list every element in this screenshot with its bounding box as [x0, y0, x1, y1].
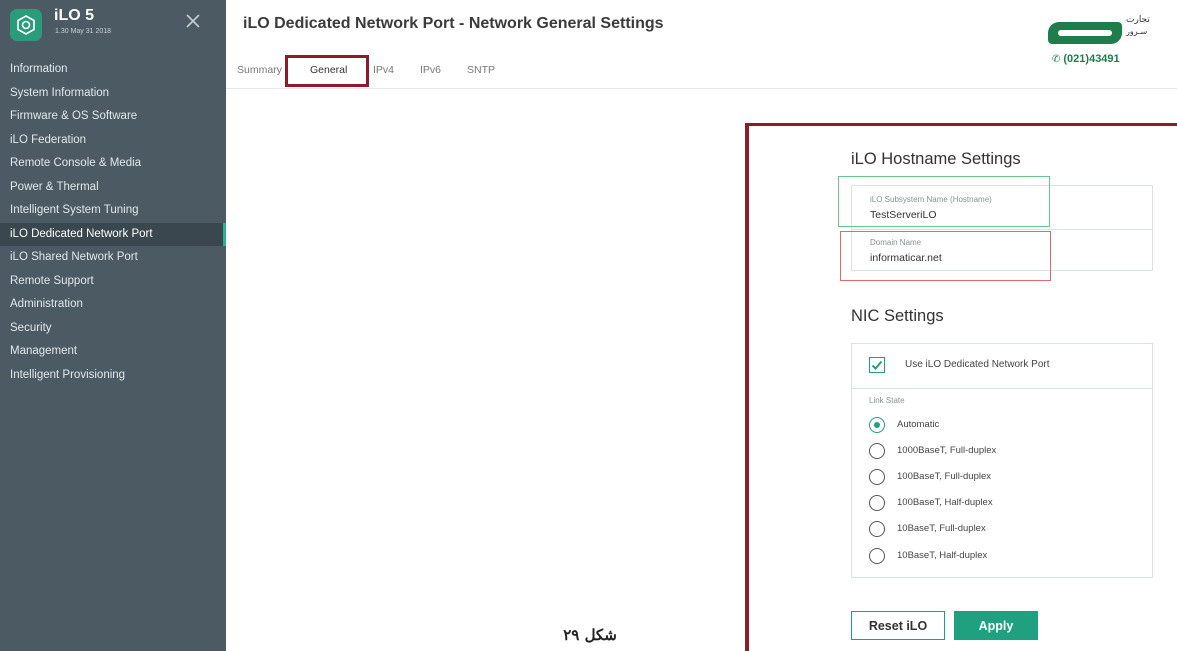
- tab-ipv4[interactable]: IPv4: [373, 64, 394, 76]
- apply-button[interactable]: Apply: [954, 611, 1038, 640]
- sidebar-item-administration[interactable]: Administration: [0, 293, 226, 317]
- radio-label-automatic: Automatic: [897, 419, 940, 430]
- checkmark-icon: [871, 360, 883, 370]
- radio-automatic[interactable]: [869, 417, 885, 433]
- brand-watermark-phone: ✆ (021)43491: [1052, 53, 1120, 65]
- header-divider: [226, 88, 1177, 89]
- brand-watermark-tagline-1: تجارت: [1126, 14, 1150, 24]
- sidebar-item-information[interactable]: Information: [0, 58, 226, 82]
- ilo-logo-icon: [10, 9, 42, 41]
- sidebar-item-system-information[interactable]: System Information: [0, 82, 226, 106]
- radio-1000baset-full[interactable]: [869, 443, 885, 459]
- brand-watermark-phone-number: (021)43491: [1063, 53, 1120, 65]
- radio-100baset-half[interactable]: [869, 495, 885, 511]
- radio-label-10baset-half: 10BaseT, Half-duplex: [897, 550, 988, 561]
- domain-annotation-box: [840, 231, 1051, 281]
- sidebar-item-ilo-federation[interactable]: iLO Federation: [0, 129, 226, 153]
- tab-ipv6[interactable]: IPv6: [420, 64, 441, 76]
- hostname-annotation-box: [838, 176, 1050, 227]
- radio-label-1000baset-full: 1000BaseT, Full-duplex: [897, 445, 997, 456]
- radio-100baset-full[interactable]: [869, 469, 885, 485]
- sidebar-item-remote-console-media[interactable]: Remote Console & Media: [0, 152, 226, 176]
- page-title: iLO Dedicated Network Port - Network Gen…: [243, 15, 664, 32]
- sidebar-item-firmware-os-software[interactable]: Firmware & OS Software: [0, 105, 226, 129]
- radio-label-100baset-half: 100BaseT, Half-duplex: [897, 497, 993, 508]
- sidebar-item-ilo-shared-network-port[interactable]: iLO Shared Network Port: [0, 246, 226, 270]
- sidebar-nav: Information System Information Firmware …: [0, 58, 226, 387]
- sidebar-item-intelligent-provisioning[interactable]: Intelligent Provisioning: [0, 364, 226, 388]
- app-version: 1.30 May 31 2018: [55, 28, 112, 35]
- tab-summary[interactable]: Summary: [237, 64, 282, 76]
- sidebar-item-management[interactable]: Management: [0, 340, 226, 364]
- general-tab-annotation-box: [285, 55, 369, 87]
- sidebar-item-power-thermal[interactable]: Power & Thermal: [0, 176, 226, 200]
- sidebar-item-ilo-dedicated-network-port[interactable]: iLO Dedicated Network Port: [0, 222, 226, 246]
- figure-caption: شکل ۲۹: [563, 626, 617, 644]
- use-dedicated-port-label: Use iLO Dedicated Network Port: [905, 359, 1050, 370]
- sidebar-item-security[interactable]: Security: [0, 317, 226, 341]
- nic-settings-box: [851, 343, 1153, 578]
- brand-watermark: تجارت سـرور ✆ (021)43491: [1040, 8, 1170, 70]
- hostname-settings-title: iLO Hostname Settings: [851, 150, 1021, 168]
- tab-sntp[interactable]: SNTP: [467, 64, 495, 76]
- link-state-label: Link State: [869, 396, 905, 405]
- radio-10baset-full[interactable]: [869, 521, 885, 537]
- nic-settings-title: NIC Settings: [851, 307, 944, 325]
- sidebar: iLO 5 1.30 May 31 2018 Information Syste…: [0, 0, 226, 651]
- reset-ilo-button[interactable]: Reset iLO: [851, 611, 945, 640]
- close-icon[interactable]: [184, 12, 202, 30]
- app-title: iLO 5: [54, 7, 95, 24]
- use-dedicated-port-checkbox[interactable]: [869, 357, 885, 373]
- phone-icon: ✆: [1052, 54, 1061, 65]
- brand-header: iLO 5 1.30 May 31 2018: [0, 0, 226, 52]
- sidebar-item-intelligent-system-tuning[interactable]: Intelligent System Tuning: [0, 199, 226, 223]
- sidebar-item-remote-support[interactable]: Remote Support: [0, 270, 226, 294]
- field-divider: [852, 229, 1152, 230]
- radio-label-10baset-full: 10BaseT, Full-duplex: [897, 523, 986, 534]
- brand-watermark-logo: [1048, 22, 1122, 44]
- nic-divider: [852, 388, 1152, 389]
- radio-label-100baset-full: 100BaseT, Full-duplex: [897, 471, 991, 482]
- radio-10baset-half[interactable]: [869, 548, 885, 564]
- brand-watermark-tagline-2: سـرور: [1126, 27, 1148, 36]
